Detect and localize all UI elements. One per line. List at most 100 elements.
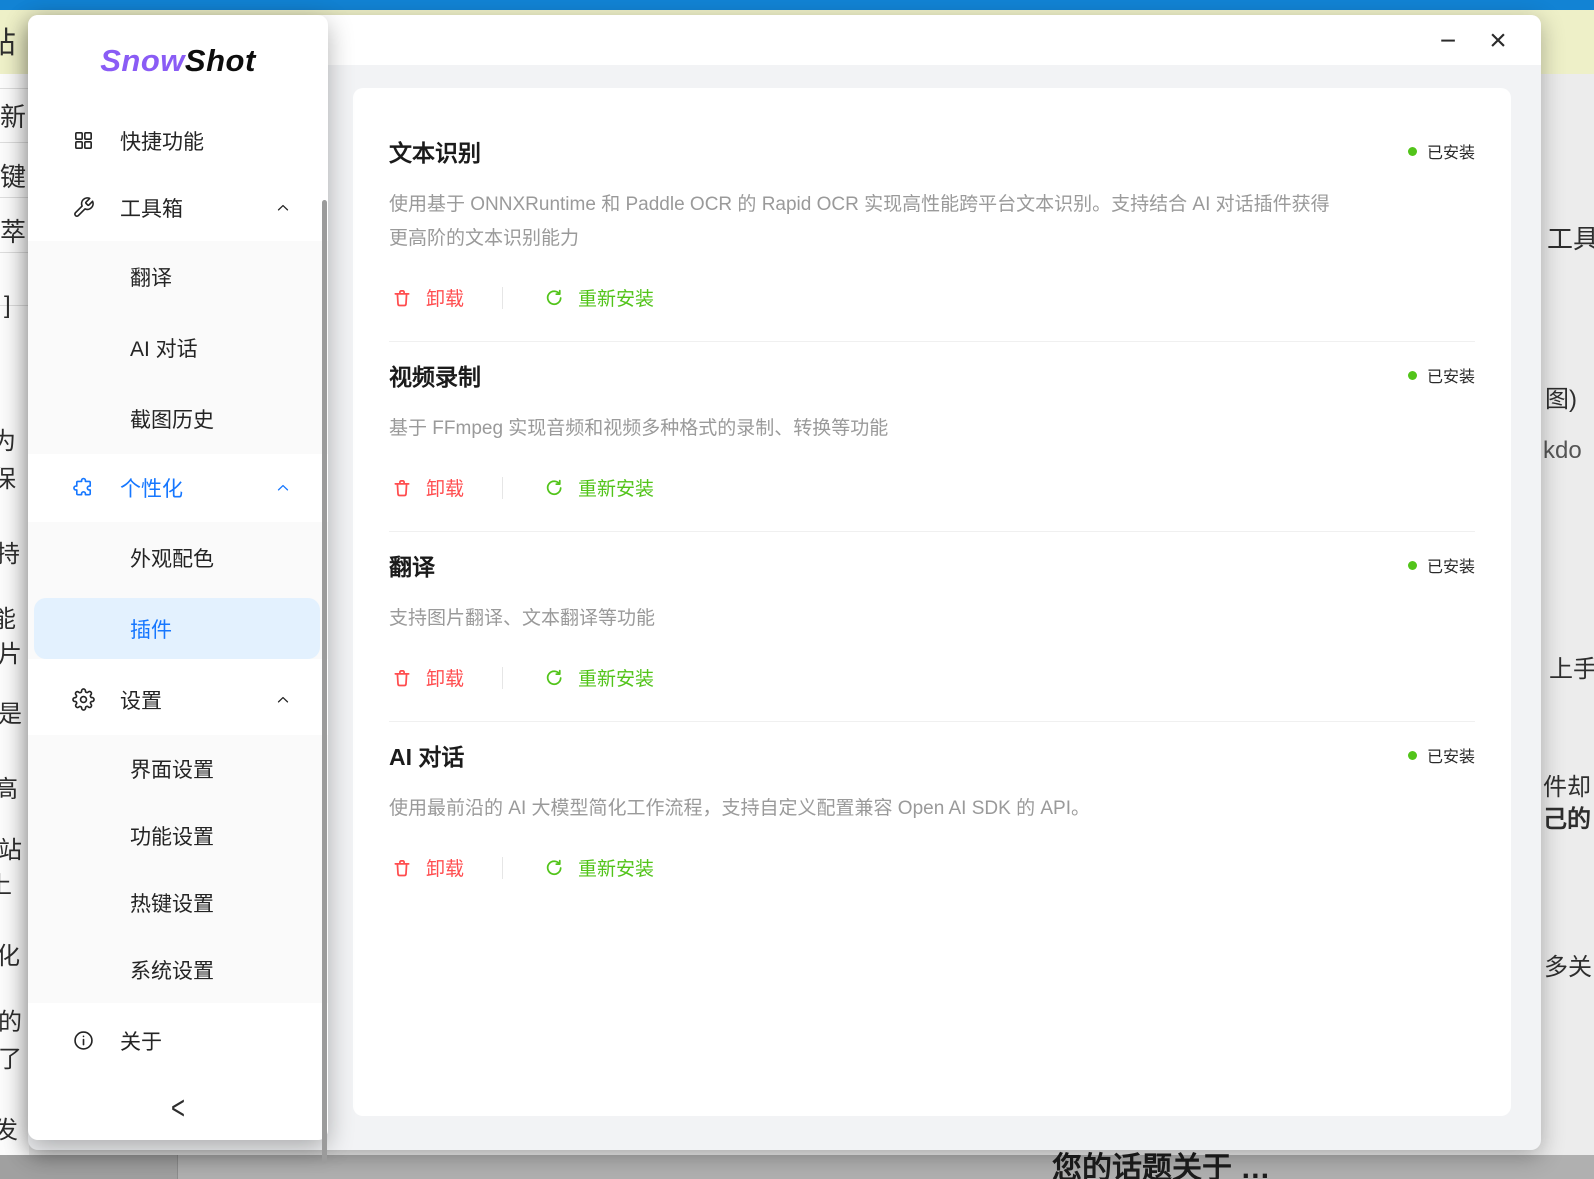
sidebar-item-label: 界面设置 [130,758,214,782]
trash-icon [389,285,415,311]
plugin-card-translate: 翻译 已安装 支持图片翻译、文本翻译等功能 卸载 重新安装 [389,532,1475,722]
sidebar-item-function-settings[interactable]: 功能设置 [28,802,328,869]
status-label: 已安装 [1426,559,1475,576]
sidebar-item-label: 翻译 [130,266,172,290]
background-text-fragment: 工具 [1547,224,1594,254]
sidebar-item-label: 插件 [130,618,172,642]
background-text-fragment: 为 [0,428,16,455]
status-label: 已安装 [1426,145,1475,162]
trash-icon [389,855,415,881]
sidebar-item-label: 个性化 [120,478,183,501]
uninstall-button[interactable]: 卸载 [389,284,464,311]
plugin-description: 基于 FFmpeg 实现音频和视频多种格式的录制、转换等功能 [389,418,889,439]
background-text-fragment: 出了 [0,1046,22,1073]
reinstall-label: 重新安装 [578,289,655,310]
uninstall-button[interactable]: 卸载 [389,664,464,691]
background-text-fragment: ] [4,292,11,319]
reinstall-button[interactable]: 重新安装 [541,474,654,501]
background-text-fragment: 能 [0,606,16,633]
sidebar-item-label: 热键设置 [130,892,214,916]
background-rule [0,252,29,253]
reinstall-button[interactable]: 重新安装 [541,284,654,311]
background-title-strip [0,0,1594,10]
wrench-icon [70,195,96,221]
background-text-fragment: 帖 [0,27,16,60]
plugin-description: 使用基于 ONNXRuntime 和 Paddle OCR 的 Rapid OC… [389,194,1330,249]
sidebar-item-screenshot-history[interactable]: 截图历史 [28,383,328,454]
toolbox-submenu: 翻译 AI 对话 截图历史 [28,241,328,454]
background-text-fragment: 发 [0,1117,18,1144]
background-rule [0,197,29,198]
background-text-fragment: 荟萃 [0,217,27,247]
uninstall-label: 卸载 [426,669,465,690]
background-text-fragment: 己的 [1543,806,1591,833]
status-label: 已安装 [1426,749,1475,766]
status-dot-icon [1407,750,1417,760]
background-text-fragment: 多关 [1544,954,1592,981]
status-dot-icon [1407,370,1417,380]
reinstall-label: 重新安装 [578,859,655,880]
background-text-fragment: 件却 [1543,774,1591,801]
minimize-button[interactable]: − [1426,25,1470,57]
sidebar-item-hotkey-settings[interactable]: 热键设置 [28,869,328,936]
sidebar-item-appearance[interactable]: 外观配色 [28,522,328,593]
plugins-panel: 文本识别 已安装 使用基于 ONNXRuntime 和 Paddle OCR 的… [353,88,1511,1116]
sidebar-item-plugins[interactable]: 插件 [34,598,320,659]
background-text-fragment: 上 [0,872,12,901]
sidebar-item-label: AI 对话 [130,337,198,361]
status-dot-icon [1407,560,1417,570]
gear-icon [70,687,96,713]
sidebar-item-personalization[interactable]: 个性化 [28,454,328,522]
status-label: 已安装 [1426,369,1475,386]
sidebar-item-label: 功能设置 [130,825,214,849]
uninstall-label: 卸载 [426,859,465,880]
background-text-fragment: 上手 [1549,656,1594,683]
puzzle-icon [70,475,96,501]
personalization-submenu: 外观配色 插件 [28,522,328,659]
sidebar-collapse-button[interactable]: < [28,1066,328,1153]
background-bottom-band [0,1155,1594,1179]
refresh-icon [541,665,567,691]
background-bottom-segment [0,1155,178,1179]
background-text-fragment: 一键 [0,162,27,192]
sidebar-item-ai-chat[interactable]: AI 对话 [28,312,328,383]
background-rule [0,142,29,143]
refresh-icon [541,285,567,311]
sidebar-item-system-settings[interactable]: 系统设置 [28,936,328,1003]
chevron-up-icon [274,691,292,709]
background-text-fragment: 图片 [0,641,22,668]
reinstall-label: 重新安装 [578,479,655,500]
sidebar-scrollbar[interactable] [322,200,327,1163]
action-divider [502,666,504,689]
status-badge: 已安装 [1407,743,1475,767]
uninstall-button[interactable]: 卸载 [389,854,464,881]
action-divider [502,476,504,499]
sidebar-item-toolbox[interactable]: 工具箱 [28,174,328,241]
uninstall-button[interactable]: 卸载 [389,474,464,501]
background-text-fragment: 化 [0,943,20,970]
plugin-card-ai-chat: AI 对话 已安装 使用最前沿的 AI 大模型简化工作流程，支持自定义配置兼容 … [389,722,1475,911]
reinstall-button[interactable]: 重新安装 [541,854,654,881]
sidebar-item-quick-functions[interactable]: 快捷功能 [28,107,328,174]
sidebar-item-label: 工具箱 [120,197,183,221]
background-text-fragment: 图) [1545,386,1577,413]
close-button[interactable]: × [1476,24,1520,57]
grid-icon [70,128,96,154]
sidebar-item-label: 截图历史 [130,408,214,432]
sidebar-item-translate[interactable]: 翻译 [28,241,328,312]
plugin-description: 支持图片翻译、文本翻译等功能 [389,608,656,629]
plugin-description: 使用最前沿的 AI 大模型简化工作流程，支持自定义配置兼容 Open AI SD… [389,798,1090,819]
sidebar-item-label: 外观配色 [130,547,214,571]
reinstall-button[interactable]: 重新安装 [541,664,654,691]
trash-icon [389,475,415,501]
background-text-fragment: 支持 [0,541,20,568]
background-text-fragment: 建新 [0,102,27,132]
action-divider [502,286,504,309]
screen: 帖 建新 一键 荟萃 ] 为 保 支持 能 图片 的是 高 前站 上 化 适的 … [0,0,1594,1179]
chevron-up-icon [274,199,292,217]
sidebar-item-label: 系统设置 [130,959,214,983]
uninstall-label: 卸载 [426,479,465,500]
sidebar-nav: 快捷功能 工具箱 翻译 AI 对话 截图历史 个性化 外观配色 插件 设置 界面… [28,107,328,1163]
sidebar-item-settings[interactable]: 设置 [28,664,328,735]
sidebar-item-interface-settings[interactable]: 界面设置 [28,735,328,802]
